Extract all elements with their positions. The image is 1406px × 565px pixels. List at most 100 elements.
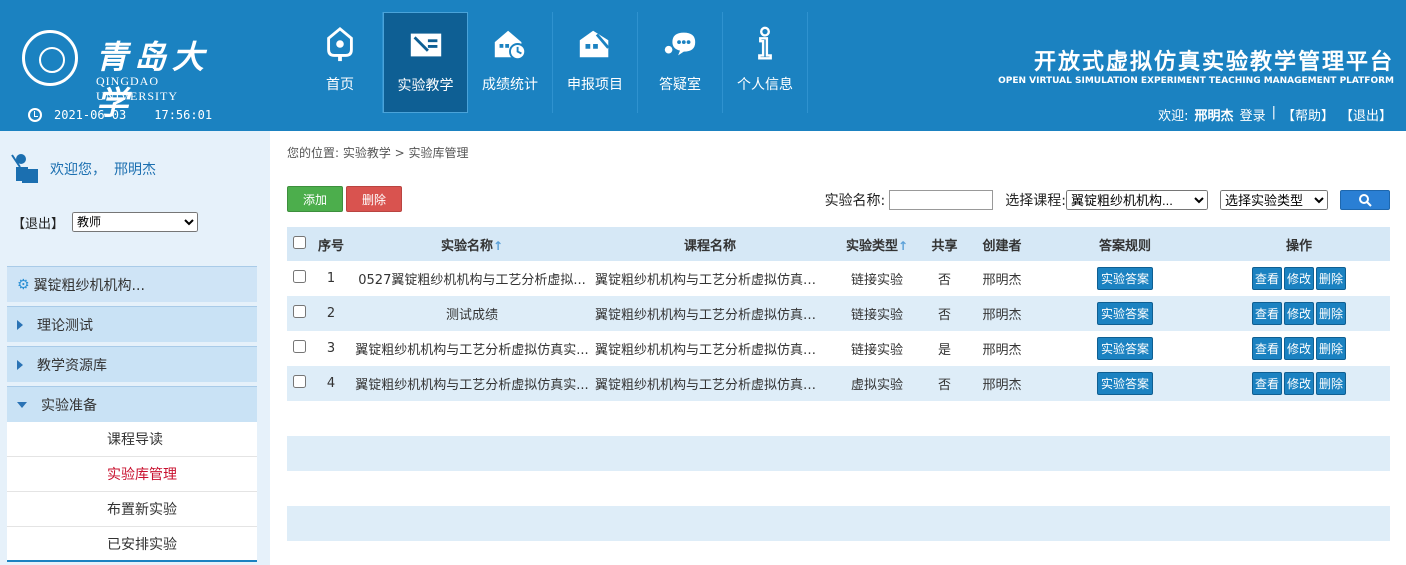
empty-row xyxy=(287,541,1390,565)
view-button[interactable]: 查看 xyxy=(1251,267,1282,290)
project-icon xyxy=(575,24,615,64)
edit-button[interactable]: 修改 xyxy=(1283,372,1314,395)
empty-cell xyxy=(287,541,1390,565)
cell-actions: 查看 修改 删除 xyxy=(1208,296,1390,331)
stats-icon xyxy=(490,24,530,64)
sub-item-scheduled[interactable]: 已安排实验 xyxy=(7,527,257,562)
answer-button[interactable]: 实验答案 xyxy=(1096,372,1153,395)
answer-button[interactable]: 实验答案 xyxy=(1096,337,1153,360)
filter-name-label: 实验名称: xyxy=(824,193,886,209)
empty-row xyxy=(287,506,1390,541)
gear-icon: ⚙ xyxy=(17,276,30,293)
table-row: 4 翼锭粗纱机机构与工艺分析虚拟仿真实... 翼锭粗纱机机构与工艺分析虚拟仿真实… xyxy=(287,366,1390,401)
cell-name: 0527翼锭粗纱机机构与工艺分析虚拟... xyxy=(351,261,593,296)
edit-button[interactable]: 修改 xyxy=(1283,267,1314,290)
row-checkbox[interactable] xyxy=(292,375,306,388)
main-content: 您的位置: 实验教学 > 实验库管理 添加 删除 实验名称: 选择课程: 翼锭粗… xyxy=(270,131,1406,565)
nav-qa-label: 答疑室 xyxy=(659,77,701,93)
menu-theory-test[interactable]: 理论测试 xyxy=(7,306,257,342)
row-checkbox[interactable] xyxy=(292,340,306,353)
menu-resource-library[interactable]: 教学资源库 xyxy=(7,346,257,382)
qa-icon xyxy=(660,24,700,64)
row-delete-button[interactable]: 删除 xyxy=(1316,302,1347,325)
nav-info[interactable]: 个人信息 xyxy=(723,12,808,113)
col-creator: 创建者 xyxy=(962,227,1042,261)
row-checkbox-cell xyxy=(287,296,311,331)
col-no: 序号 xyxy=(311,227,351,261)
clock-icon xyxy=(28,108,42,122)
nav-stats[interactable]: 成绩统计 xyxy=(468,12,553,113)
nav-home[interactable]: 首页 xyxy=(298,12,383,113)
answer-button[interactable]: 实验答案 xyxy=(1096,267,1153,290)
cell-type: 链接实验 xyxy=(827,296,927,331)
logo-en-text: QINGDAO UNIVERSITY xyxy=(96,74,178,103)
empty-row xyxy=(287,401,1390,436)
row-delete-button[interactable]: 删除 xyxy=(1316,372,1347,395)
sidebar-exit-link[interactable]: 【退出】 xyxy=(12,213,64,232)
cell-name: 翼锭粗纱机机构与工艺分析虚拟仿真实... xyxy=(351,366,593,401)
edit-button[interactable]: 修改 xyxy=(1283,337,1314,360)
nav-project[interactable]: 申报项目 xyxy=(553,12,638,113)
sidebar-user-name: 邢明杰 xyxy=(114,162,156,178)
experiment-table: 序号 实验名称↑ 课程名称 实验类型↑ 共享 创建者 答案规则 操作 1 052… xyxy=(287,227,1390,565)
col-type[interactable]: 实验类型↑ xyxy=(827,227,927,261)
teaching-icon xyxy=(406,25,446,65)
cell-creator: 邢明杰 xyxy=(962,296,1042,331)
cell-creator: 邢明杰 xyxy=(962,261,1042,296)
cell-type: 虚拟实验 xyxy=(827,366,927,401)
side-menu: ⚙ 翼锭粗纱机机构... 理论测试 教学资源库 实验准备 课程导读 实验库管理 … xyxy=(7,266,257,562)
row-delete-button[interactable]: 删除 xyxy=(1316,337,1347,360)
datetime-display: 2021-06-03 17:56:01 xyxy=(28,108,240,122)
main-nav: 首页 实验教学 成绩统计 申报项目 答疑室 个人信息 xyxy=(298,12,808,113)
row-checkbox[interactable] xyxy=(292,305,306,318)
nav-qa[interactable]: 答疑室 xyxy=(638,12,723,113)
table-row: 2 测试成绩 翼锭粗纱机机构与工艺分析虚拟仿真实... 链接实验 否 邢明杰 实… xyxy=(287,296,1390,331)
triangle-down-icon xyxy=(17,401,27,408)
row-delete-button[interactable]: 删除 xyxy=(1316,267,1347,290)
select-all-checkbox[interactable] xyxy=(292,235,306,249)
answer-button[interactable]: 实验答案 xyxy=(1096,302,1153,325)
nav-teaching[interactable]: 实验教学 xyxy=(383,12,468,113)
cell-creator: 邢明杰 xyxy=(962,366,1042,401)
cell-no: 4 xyxy=(311,366,351,401)
search-button[interactable] xyxy=(1340,190,1390,210)
menu-experiment-prep[interactable]: 实验准备 xyxy=(7,386,257,422)
cell-actions: 查看 修改 删除 xyxy=(1208,366,1390,401)
login-link[interactable]: 登录 xyxy=(1240,105,1266,124)
sub-item-library-management[interactable]: 实验库管理 xyxy=(7,457,257,492)
col-answer-rule: 答案规则 xyxy=(1042,227,1208,261)
sort-arrow-icon: ↑ xyxy=(897,238,909,253)
cell-name: 翼锭粗纱机机构与工艺分析虚拟仿真实... xyxy=(351,331,593,366)
cell-share: 否 xyxy=(927,261,962,296)
cell-course: 翼锭粗纱机机构与工艺分析虚拟仿真实... xyxy=(593,296,827,331)
edit-button[interactable]: 修改 xyxy=(1283,302,1314,325)
nav-info-label: 个人信息 xyxy=(737,77,793,93)
role-select[interactable]: 教师 xyxy=(72,212,199,232)
cell-creator: 邢明杰 xyxy=(962,331,1042,366)
date-text: 2021-06-03 xyxy=(54,108,127,122)
delete-button[interactable]: 删除 xyxy=(346,186,402,212)
help-link[interactable]: 【帮助】 xyxy=(1282,105,1334,124)
view-button[interactable]: 查看 xyxy=(1251,372,1282,395)
col-name[interactable]: 实验名称↑ xyxy=(351,227,593,261)
sub-item-new-experiment[interactable]: 布置新实验 xyxy=(7,492,257,527)
course-select[interactable]: 翼锭粗纱机机构... xyxy=(1066,190,1208,210)
triangle-right-icon xyxy=(17,359,23,370)
top-header: 青岛大学 QINGDAO UNIVERSITY 2021-06-03 17:56… xyxy=(0,0,1406,131)
view-button[interactable]: 查看 xyxy=(1251,302,1282,325)
view-button[interactable]: 查看 xyxy=(1251,337,1282,360)
experiment-name-input[interactable] xyxy=(889,190,994,210)
course-selector[interactable]: ⚙ 翼锭粗纱机机构... xyxy=(7,266,257,302)
table-row: 1 0527翼锭粗纱机机构与工艺分析虚拟... 翼锭粗纱机机构与工艺分析虚拟仿真… xyxy=(287,261,1390,296)
sub-item-course-guide[interactable]: 课程导读 xyxy=(7,422,257,457)
add-button[interactable]: 添加 xyxy=(287,186,343,212)
cell-name: 测试成绩 xyxy=(351,296,593,331)
type-select[interactable]: 选择实验类型 xyxy=(1220,190,1328,210)
col-actions: 操作 xyxy=(1208,227,1390,261)
sort-arrow-icon: ↑ xyxy=(492,238,504,253)
menu-label: 实验准备 xyxy=(41,397,97,414)
empty-cell xyxy=(287,506,1390,541)
row-checkbox[interactable] xyxy=(292,270,306,283)
exit-link[interactable]: 【退出】 xyxy=(1340,105,1392,124)
cell-no: 3 xyxy=(311,331,351,366)
